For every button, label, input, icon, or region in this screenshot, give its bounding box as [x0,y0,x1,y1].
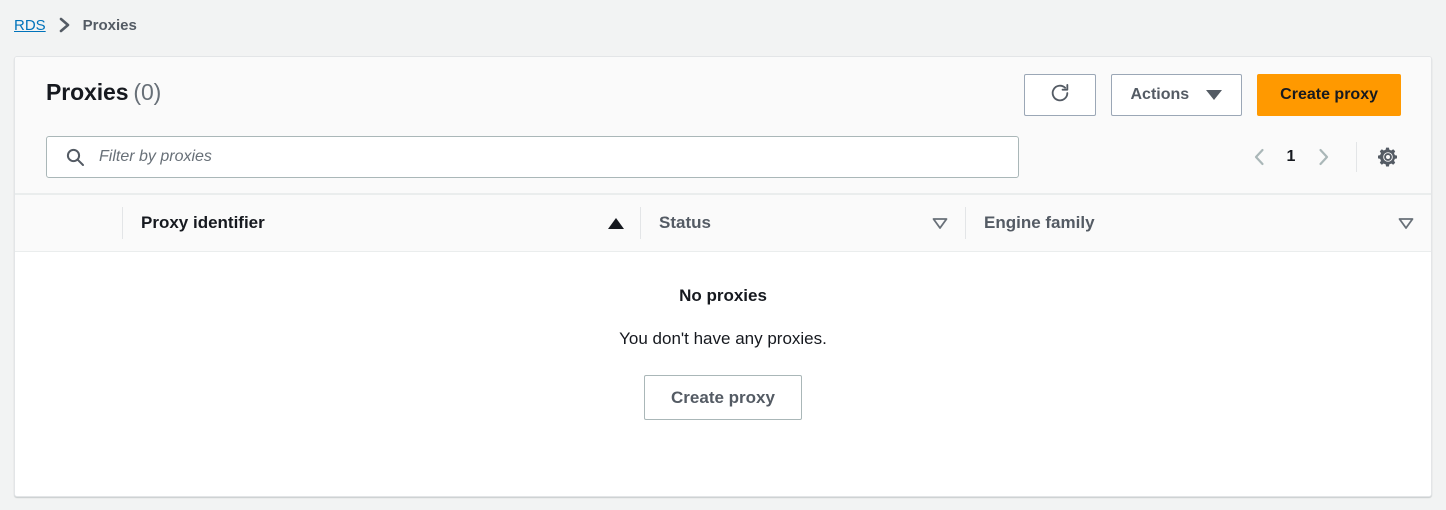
panel-toolbar: Proxies (0) Actions Create proxy Filter … [15,57,1431,194]
panel-header: Proxies (0) Actions Create proxy [15,57,1431,129]
pagination: 1 [1242,138,1404,176]
refresh-icon [1049,82,1071,109]
breadcrumb-current-proxies: Proxies [82,16,137,34]
proxies-panel: Proxies (0) Actions Create proxy Filter … [14,56,1432,497]
sort-none-icon [931,215,949,231]
search-input[interactable] [99,148,1006,166]
actions-dropdown-button[interactable]: Actions [1110,74,1243,116]
table-header-proxy-identifier-label: Proxy identifier [141,213,265,232]
breadcrumb-link-rds[interactable]: RDS [14,17,46,34]
sort-ascending-icon [608,217,624,229]
search-icon [65,147,85,167]
empty-state-action: Create proxy [15,375,1431,420]
create-proxy-button[interactable]: Create proxy [1257,74,1401,116]
page-title: Proxies (0) [46,79,161,106]
table-header-select-column [15,195,122,251]
table-header-row: Proxy identifier Status Engine family [15,194,1431,252]
proxies-count: (0) [133,79,162,105]
breadcrumb: RDS Proxies [14,10,137,40]
pagination-prev-button[interactable] [1242,138,1276,176]
table-header-proxy-identifier[interactable]: Proxy identifier [122,195,640,251]
table-header-engine-family[interactable]: Engine family [965,195,1431,251]
chevron-right-icon [58,16,72,34]
empty-state-create-proxy-button[interactable]: Create proxy [644,375,802,420]
sort-none-icon [1397,215,1415,231]
panel-filter-row: 1 [15,129,1431,193]
chevron-down-icon [1206,90,1223,100]
table-header-status[interactable]: Status [640,195,965,251]
actions-button-label: Actions [1130,86,1190,103]
pagination-divider [1356,142,1357,172]
empty-state-title: No proxies [679,286,767,305]
table-header-engine-family-label: Engine family [984,213,1095,232]
table-header-status-label: Status [659,213,711,232]
empty-state-description: You don't have any proxies. [619,329,827,348]
filter-search-box[interactable] [46,136,1019,178]
panel-header-actions: Actions Create proxy [1023,74,1401,116]
pagination-next-button[interactable] [1306,138,1340,176]
refresh-button[interactable] [1023,74,1096,116]
empty-state: No proxies You don't have any proxies. C… [15,252,1431,420]
gear-icon[interactable] [1372,141,1404,173]
pagination-page-1[interactable]: 1 [1276,148,1306,166]
page-title-text: Proxies [46,79,129,105]
